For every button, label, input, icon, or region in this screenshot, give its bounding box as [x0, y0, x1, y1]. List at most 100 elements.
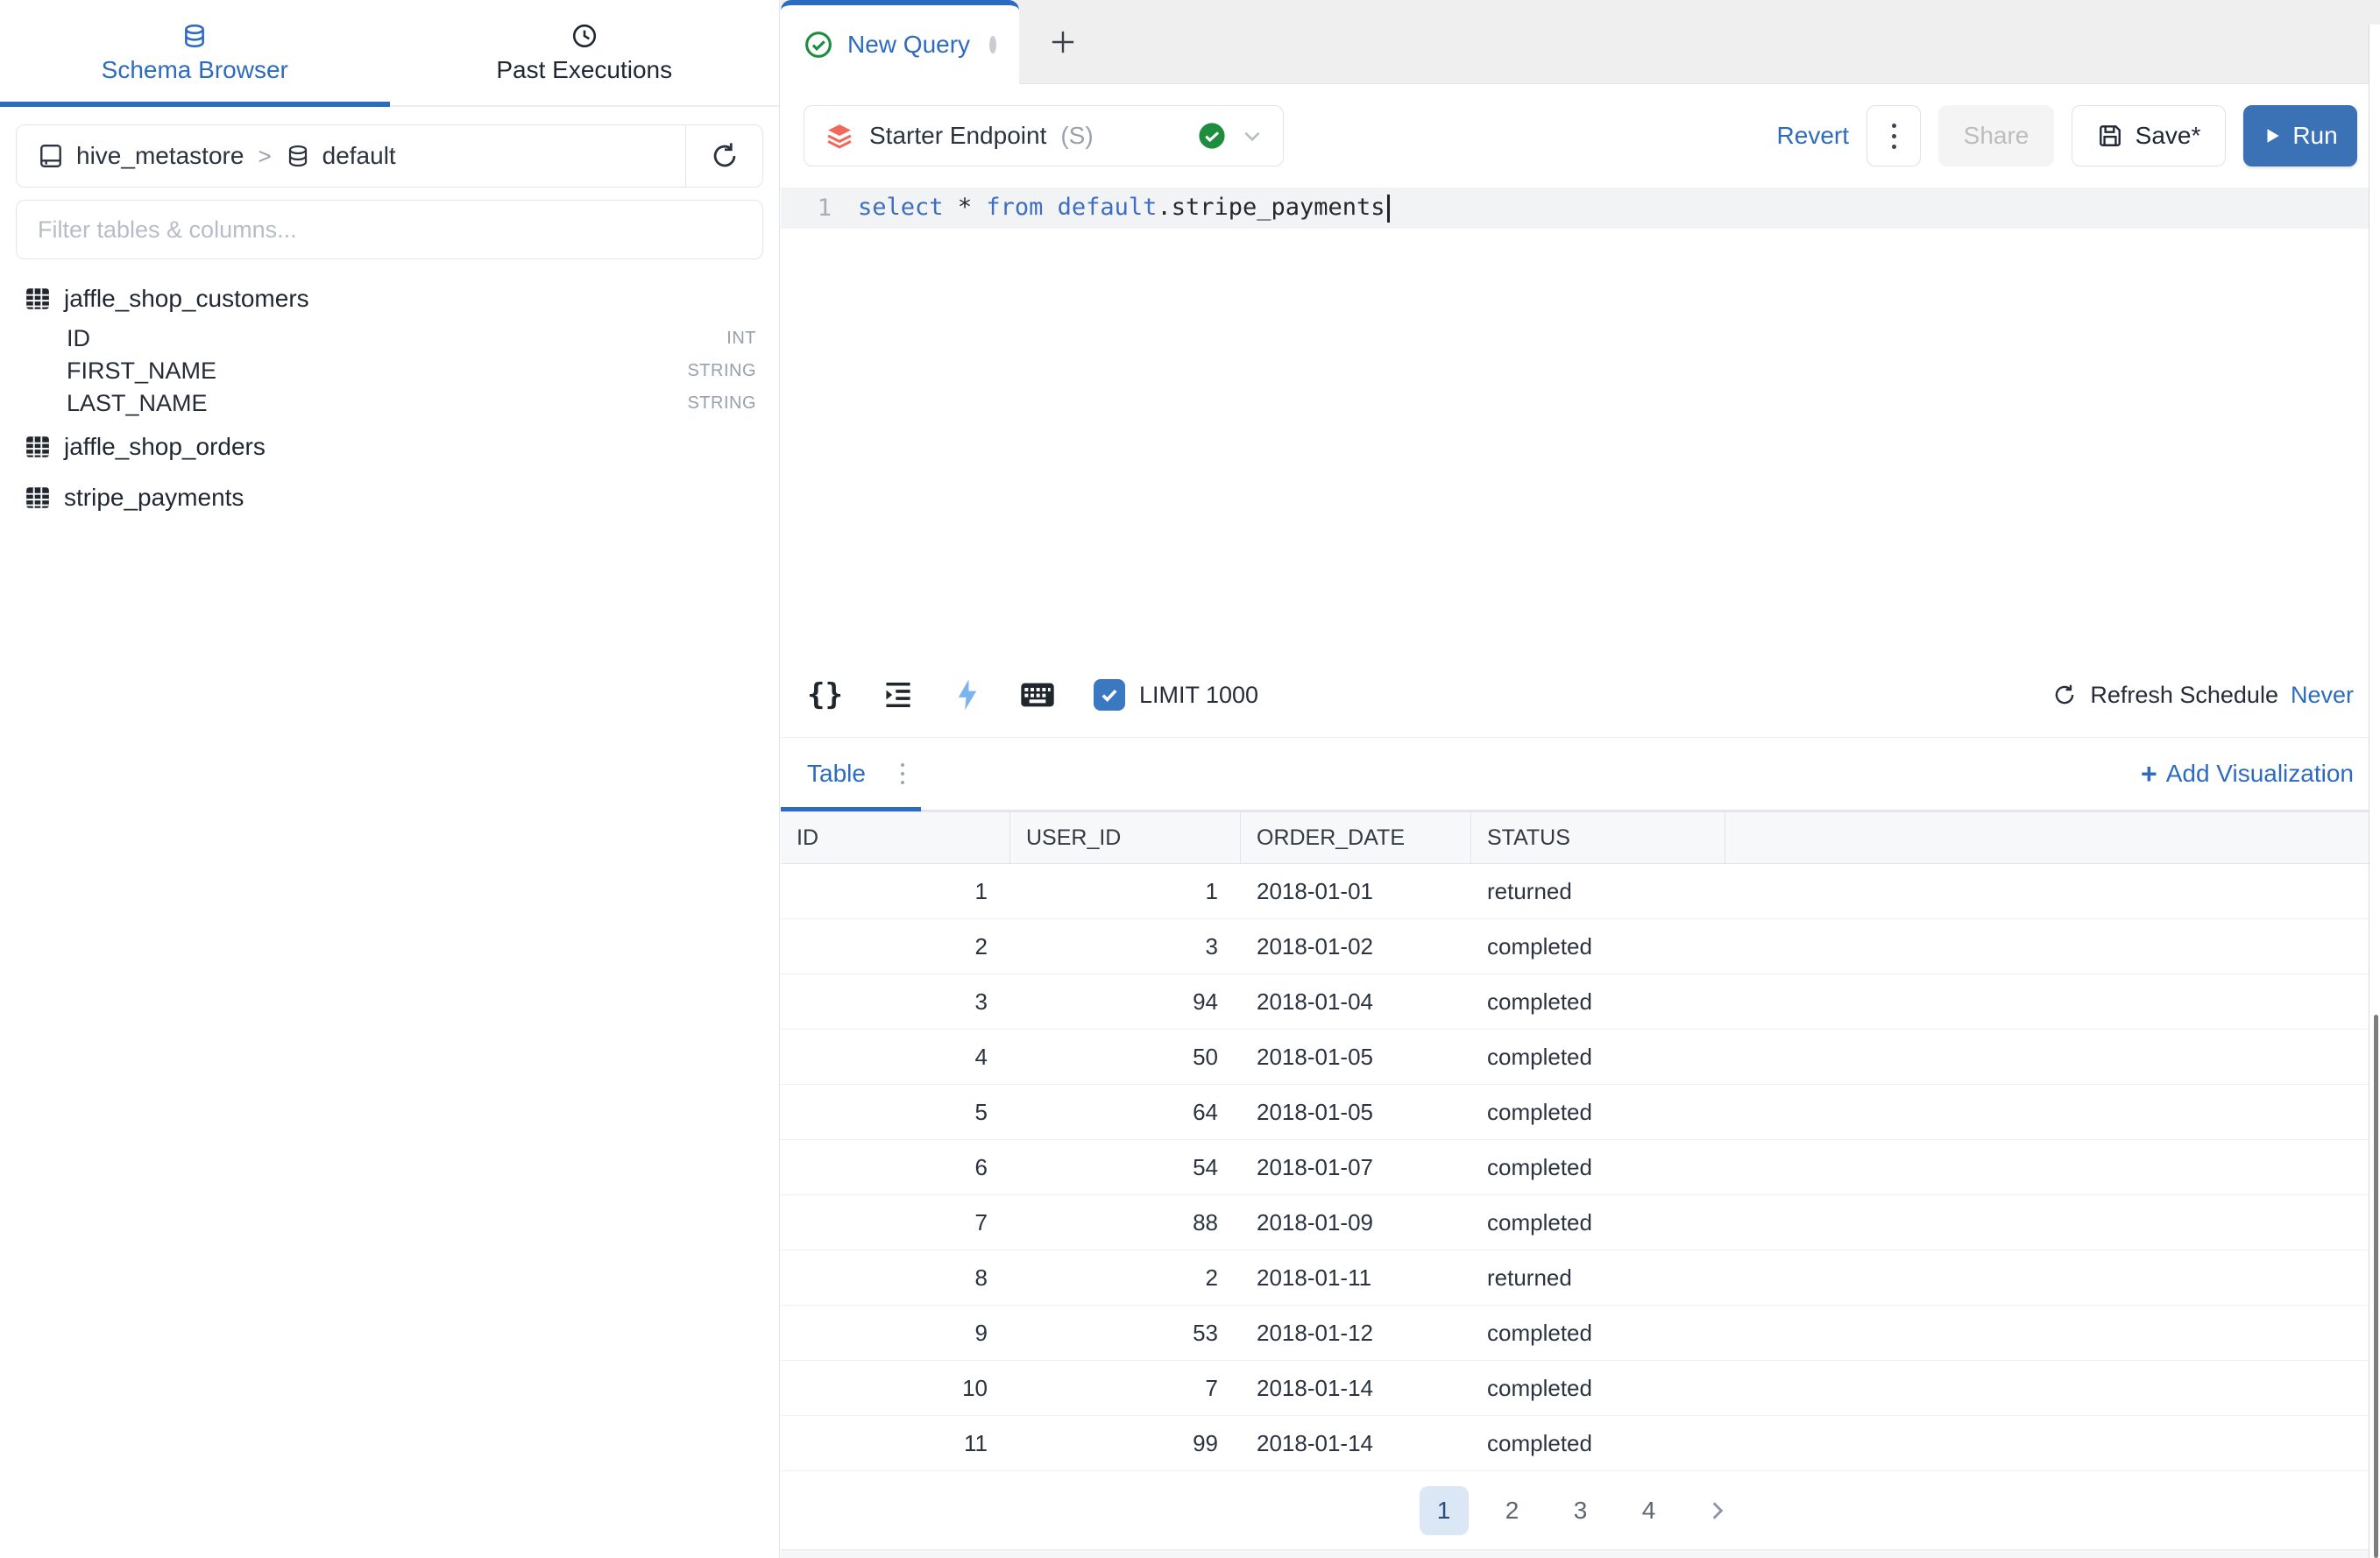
next-page-button[interactable]: [1693, 1486, 1742, 1535]
sql-editor[interactable]: 1 select * from default.stripe_payments: [781, 188, 2380, 653]
revert-button[interactable]: Revert: [1777, 122, 1849, 150]
page-button-2[interactable]: 2: [1488, 1486, 1537, 1535]
column-header-USER_ID[interactable]: USER_ID: [1010, 812, 1241, 863]
cell-status: returned: [1471, 864, 1725, 918]
play-icon: [2263, 126, 2282, 145]
tree-column-ID[interactable]: IDINT: [0, 322, 779, 355]
sql-token: .stripe_payments: [1157, 194, 1385, 221]
editor-active-line[interactable]: 1 select * from default.stripe_payments: [781, 188, 2380, 229]
limit-toggle[interactable]: LIMIT 1000: [1094, 679, 1258, 711]
tree-gap: [0, 471, 779, 478]
query-ok-icon: [804, 30, 833, 60]
breadcrumb-catalog[interactable]: hive_metastore: [76, 142, 244, 170]
keyboard-shortcuts-icon[interactable]: [1020, 681, 1055, 709]
add-visualization-button[interactable]: + Add Visualization: [2141, 760, 2354, 788]
tab-schema-browser[interactable]: Schema Browser: [0, 0, 390, 105]
page-button-3[interactable]: 3: [1556, 1486, 1605, 1535]
tab-past-executions[interactable]: Past Executions: [390, 0, 780, 105]
cell-order_date: 2018-01-14: [1241, 1416, 1471, 1470]
lightning-icon[interactable]: [953, 678, 981, 712]
add-query-tab-button[interactable]: [1019, 0, 1107, 83]
tree-gap: [0, 521, 779, 528]
column-header-ID[interactable]: ID: [781, 812, 1010, 863]
cell-id: 6: [781, 1140, 1010, 1194]
tree-column-name: FIRST_NAME: [67, 358, 216, 385]
refresh-schedule-value[interactable]: Never: [2291, 682, 2354, 709]
cell-user_id: 1: [1010, 864, 1241, 918]
more-actions-button[interactable]: [1866, 105, 1921, 166]
cell-filler: [1725, 1195, 2380, 1250]
visualization-tabs: Table + Add Visualization: [781, 738, 2380, 811]
endpoint-select[interactable]: Starter Endpoint (S): [804, 105, 1284, 166]
breadcrumb[interactable]: hive_metastore > default: [17, 125, 685, 187]
table-tab-kebab-icon[interactable]: [901, 763, 904, 784]
page-button-4[interactable]: 4: [1625, 1486, 1674, 1535]
kebab-icon: [1892, 124, 1896, 149]
clock-icon: [571, 23, 598, 49]
save-button[interactable]: Save*: [2072, 105, 2226, 166]
format-query-icon[interactable]: {}: [807, 677, 843, 712]
cell-status: completed: [1471, 1361, 1725, 1415]
tab-table-visualization[interactable]: Table: [807, 760, 866, 788]
query-tab-label: New Query: [847, 31, 970, 59]
scrollbar-thumb[interactable]: [2374, 1015, 2378, 1558]
filter-input[interactable]: [16, 200, 763, 259]
unsaved-dot-icon: [989, 36, 996, 53]
cell-id: 2: [781, 919, 1010, 974]
plus-icon: [1048, 27, 1078, 57]
cell-user_id: 50: [1010, 1030, 1241, 1084]
table-row: 3942018-01-04completed: [781, 974, 2380, 1030]
query-tab-new-query[interactable]: New Query: [781, 0, 1019, 84]
tree-table-jaffle_shop_orders[interactable]: jaffle_shop_orders: [0, 427, 779, 467]
schema-database-icon: [286, 144, 310, 168]
tree-column-name: LAST_NAME: [67, 390, 208, 417]
tree-column-LAST_NAME[interactable]: LAST_NAMESTRING: [0, 387, 779, 420]
refresh-schedule-label: Refresh Schedule: [2090, 682, 2278, 709]
table-row: 822018-01-11returned: [781, 1250, 2380, 1306]
table-row: 4502018-01-05completed: [781, 1030, 2380, 1085]
cell-status: returned: [1471, 1250, 1725, 1305]
table-row: 11992018-01-14completed: [781, 1416, 2380, 1471]
endpoint-size: (S): [1060, 122, 1093, 150]
table-row: 6542018-01-07completed: [781, 1140, 2380, 1195]
cell-status: completed: [1471, 1416, 1725, 1470]
sql-code[interactable]: select * from default.stripe_payments: [858, 194, 1390, 223]
page-button-1[interactable]: 1: [1420, 1486, 1469, 1535]
tab-schema-browser-label: Schema Browser: [102, 58, 288, 82]
breadcrumb-schema[interactable]: default: [322, 142, 396, 170]
tree-column-FIRST_NAME[interactable]: FIRST_NAME STRING: [0, 355, 779, 387]
limit-checkbox[interactable]: [1094, 679, 1125, 711]
cell-order_date: 2018-01-14: [1241, 1361, 1471, 1415]
cell-id: 8: [781, 1250, 1010, 1305]
line-number: 1: [781, 195, 858, 222]
table-icon: [25, 434, 51, 460]
refresh-schema-button[interactable]: [685, 125, 762, 187]
cell-order_date: 2018-01-05: [1241, 1030, 1471, 1084]
schema-breadcrumb-box: hive_metastore > default: [16, 124, 763, 188]
run-button[interactable]: Run: [2243, 105, 2357, 166]
cell-filler: [1725, 864, 2380, 918]
table-row: 9532018-01-12completed: [781, 1306, 2380, 1361]
sql-token: [1043, 194, 1057, 221]
refresh-icon: [710, 141, 740, 171]
cell-filler: [1725, 1250, 2380, 1305]
refresh-schedule-icon: [2051, 682, 2078, 708]
table-row: 7882018-01-09completed: [781, 1195, 2380, 1250]
column-header-STATUS[interactable]: STATUS: [1471, 812, 1725, 863]
table-icon: [25, 485, 51, 511]
filter-box: [16, 200, 763, 259]
column-header-ORDER_DATE[interactable]: ORDER_DATE: [1241, 812, 1471, 863]
sql-editor-app: Schema Browser Past Executions: [0, 0, 2380, 1558]
cell-id: 9: [781, 1306, 1010, 1360]
tree-table-stripe_payments[interactable]: stripe_payments: [0, 478, 779, 518]
tree-table-jaffle_shop_customers[interactable]: jaffle_shop_customers: [0, 279, 779, 319]
share-button[interactable]: Share: [1938, 105, 2054, 166]
endpoint-ok-icon: [1197, 121, 1227, 151]
page-scrollbar[interactable]: [2369, 25, 2380, 1558]
indent-icon[interactable]: [882, 678, 915, 712]
query-header: Starter Endpoint (S) Revert: [781, 84, 2380, 188]
column-header-filler: [1725, 812, 2380, 863]
cell-order_date: 2018-01-04: [1241, 974, 1471, 1029]
tree-column-type: STRING: [687, 361, 756, 381]
tree-table-name: jaffle_shop_customers: [64, 285, 309, 313]
